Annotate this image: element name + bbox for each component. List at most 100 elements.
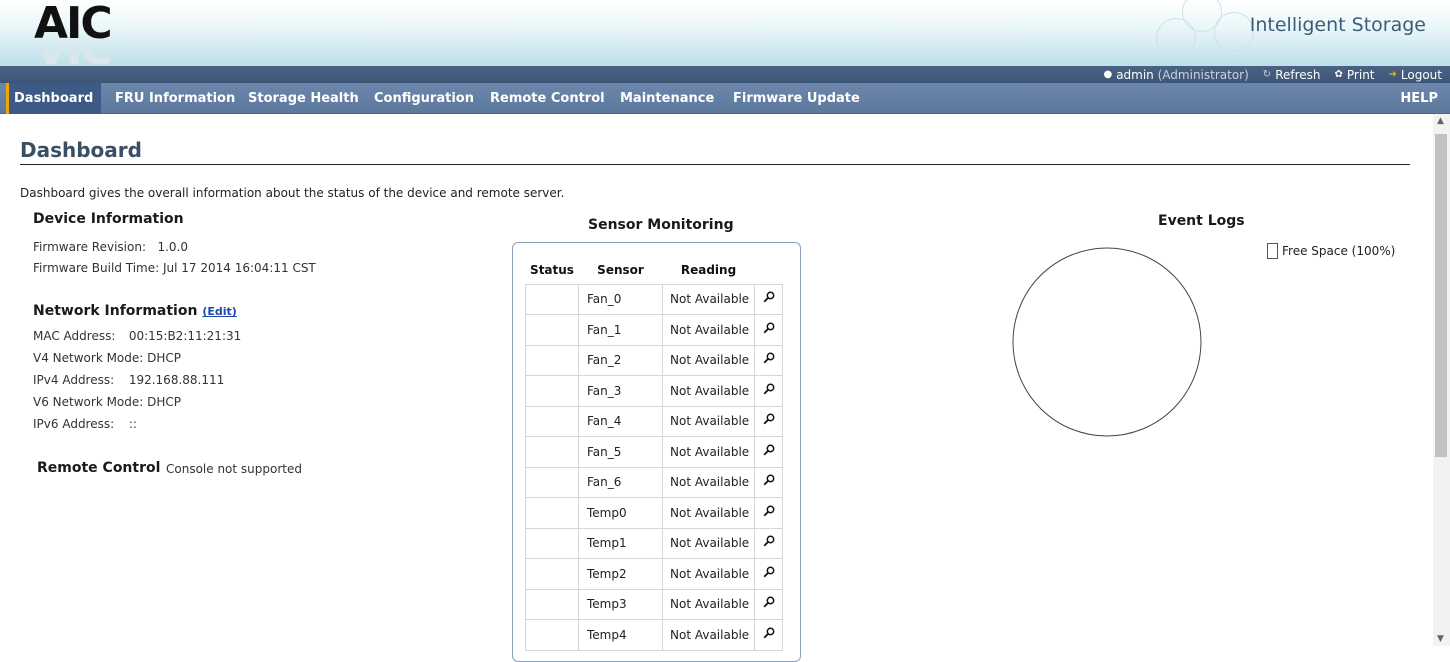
sensor-reading-cell: Not Available bbox=[662, 588, 755, 620]
sensor-row: Fan_3 Not Available bbox=[525, 375, 783, 407]
magnifier-icon[interactable] bbox=[754, 619, 783, 651]
ipv4-value: 192.168.88.111 bbox=[128, 373, 225, 387]
sensor-name-cell: Temp4 bbox=[578, 619, 663, 651]
sensor-monitoring-heading: Sensor Monitoring bbox=[588, 217, 734, 233]
sensor-name-cell: Fan_2 bbox=[578, 344, 663, 376]
sensor-panel: Status Sensor Reading Fan_0 Not Available… bbox=[512, 242, 801, 662]
magnifier-icon[interactable] bbox=[754, 283, 783, 315]
sensor-table-header: Status Sensor Reading bbox=[526, 257, 783, 284]
header-banner: AIC AIC Intelligent Storage bbox=[0, 0, 1450, 70]
print-link[interactable]: ✿ Print bbox=[1335, 68, 1375, 82]
nav-storage-health[interactable]: Storage Health bbox=[248, 83, 359, 114]
help-link[interactable]: HELP bbox=[1400, 83, 1438, 114]
mac-value: 00:15:B2:11:21:31 bbox=[128, 329, 242, 343]
sensor-reading-cell: Not Available bbox=[662, 558, 755, 590]
hexagon-decoration-icon bbox=[1214, 12, 1254, 52]
sensor-name-cell: Fan_4 bbox=[578, 405, 663, 437]
sensor-name-cell: Fan_6 bbox=[578, 466, 663, 498]
sensor-status-cell bbox=[525, 497, 579, 529]
ipv6-value: :: bbox=[128, 417, 137, 431]
v4-mode-value: DHCP bbox=[147, 351, 182, 365]
pie-slice-free-space bbox=[1012, 247, 1202, 437]
magnifier-icon[interactable] bbox=[754, 344, 783, 376]
sensor-reading-cell: Not Available bbox=[662, 619, 755, 651]
sensor-status-cell bbox=[525, 405, 579, 437]
sensor-row: Fan_5 Not Available bbox=[525, 436, 783, 468]
sensor-reading-cell: Not Available bbox=[662, 344, 755, 376]
scroll-thumb[interactable] bbox=[1435, 134, 1447, 457]
nav-remote-control[interactable]: Remote Control bbox=[490, 83, 605, 114]
page-scrollbar[interactable]: ▲ ▼ bbox=[1433, 114, 1450, 646]
sensor-status-cell bbox=[525, 527, 579, 559]
sensor-row: Temp0 Not Available bbox=[525, 497, 783, 529]
magnifier-icon[interactable] bbox=[754, 436, 783, 468]
firmware-revision-row: Firmware Revision: 1.0.0 bbox=[33, 240, 188, 254]
print-label: Print bbox=[1346, 67, 1375, 82]
page-title: Dashboard bbox=[20, 138, 142, 162]
sensor-status-cell bbox=[525, 619, 579, 651]
nav-dashboard[interactable]: Dashboard bbox=[6, 83, 102, 114]
mac-label: MAC Address: bbox=[33, 329, 116, 343]
ipv4-label: IPv4 Address: bbox=[33, 373, 115, 387]
column-header-sensor[interactable]: Sensor bbox=[579, 257, 663, 284]
sensor-reading-cell: Not Available bbox=[662, 283, 755, 315]
print-icon: ✿ bbox=[1334, 69, 1343, 80]
sensor-status-cell bbox=[525, 283, 579, 315]
sensor-name-cell: Fan_3 bbox=[578, 375, 663, 407]
v4-mode-label: V4 Network Mode: bbox=[33, 351, 144, 365]
title-divider bbox=[20, 164, 1410, 165]
refresh-link[interactable]: ↻ Refresh bbox=[1263, 68, 1321, 82]
sensor-status-cell bbox=[525, 588, 579, 620]
ipv6-label: IPv6 Address: bbox=[33, 417, 115, 431]
nav-maintenance[interactable]: Maintenance bbox=[620, 83, 714, 114]
event-log-pie bbox=[1010, 245, 1204, 443]
logout-label: Logout bbox=[1400, 67, 1442, 82]
magnifier-icon[interactable] bbox=[754, 405, 783, 437]
sensor-reading-cell: Not Available bbox=[662, 466, 755, 498]
logout-icon: ➜ bbox=[1388, 69, 1397, 80]
sensor-reading-cell: Not Available bbox=[662, 497, 755, 529]
magnifier-icon[interactable] bbox=[754, 588, 783, 620]
sensor-name-cell: Fan_5 bbox=[578, 436, 663, 468]
v6-mode-value: DHCP bbox=[147, 395, 182, 409]
brand-title: Intelligent Storage bbox=[1249, 14, 1426, 36]
magnifier-icon[interactable] bbox=[754, 527, 783, 559]
sensor-row: Temp1 Not Available bbox=[525, 527, 783, 559]
magnifier-icon[interactable] bbox=[754, 466, 783, 498]
user-info: ● admin (Administrator) bbox=[1103, 68, 1248, 82]
column-header-reading[interactable]: Reading bbox=[663, 257, 755, 284]
sensor-row: Fan_1 Not Available bbox=[525, 314, 783, 346]
logout-link[interactable]: ➜ Logout bbox=[1389, 68, 1442, 82]
firmware-revision-value: 1.0.0 bbox=[157, 240, 189, 254]
sensor-row: Fan_6 Not Available bbox=[525, 466, 783, 498]
main-nav: Dashboard FRU Information Storage Health… bbox=[0, 83, 1450, 114]
scroll-up-icon[interactable]: ▲ bbox=[1437, 116, 1444, 126]
nav-firmware-update[interactable]: Firmware Update bbox=[733, 83, 860, 114]
magnifier-icon[interactable] bbox=[754, 314, 783, 346]
network-info-heading: Network Information (Edit) bbox=[33, 303, 237, 319]
column-header-status[interactable]: Status bbox=[526, 257, 579, 284]
v4-mode-row: V4 Network Mode: DHCP bbox=[33, 351, 181, 365]
magnifier-icon[interactable] bbox=[754, 497, 783, 529]
sensor-status-cell bbox=[525, 314, 579, 346]
network-edit-link[interactable]: (Edit) bbox=[202, 305, 236, 318]
sensor-status-cell bbox=[525, 558, 579, 590]
build-time-row: Firmware Build Time: Jul 17 2014 16:04:1… bbox=[33, 261, 316, 275]
ipv4-row: IPv4 Address: 192.168.88.111 bbox=[33, 373, 224, 387]
sensor-row: Fan_0 Not Available bbox=[525, 283, 783, 315]
magnifier-icon[interactable] bbox=[754, 375, 783, 407]
sensor-name-cell: Temp1 bbox=[578, 527, 663, 559]
nav-fru-information[interactable]: FRU Information bbox=[115, 83, 235, 114]
sensor-name-cell: Fan_0 bbox=[578, 283, 663, 315]
page-intro: Dashboard gives the overall information … bbox=[20, 186, 565, 200]
refresh-icon: ↻ bbox=[1262, 69, 1272, 80]
user-icon: ● bbox=[1103, 69, 1113, 80]
sensor-row: Fan_4 Not Available bbox=[525, 405, 783, 437]
nav-configuration[interactable]: Configuration bbox=[374, 83, 474, 114]
magnifier-icon[interactable] bbox=[754, 558, 783, 590]
scroll-down-icon[interactable]: ▼ bbox=[1437, 634, 1444, 644]
device-info-heading: Device Information bbox=[33, 211, 184, 227]
build-time-label: Firmware Build Time: bbox=[33, 261, 160, 275]
aic-logo-reflection: AIC bbox=[34, 46, 111, 68]
remote-control-status: Console not supported bbox=[166, 462, 302, 476]
